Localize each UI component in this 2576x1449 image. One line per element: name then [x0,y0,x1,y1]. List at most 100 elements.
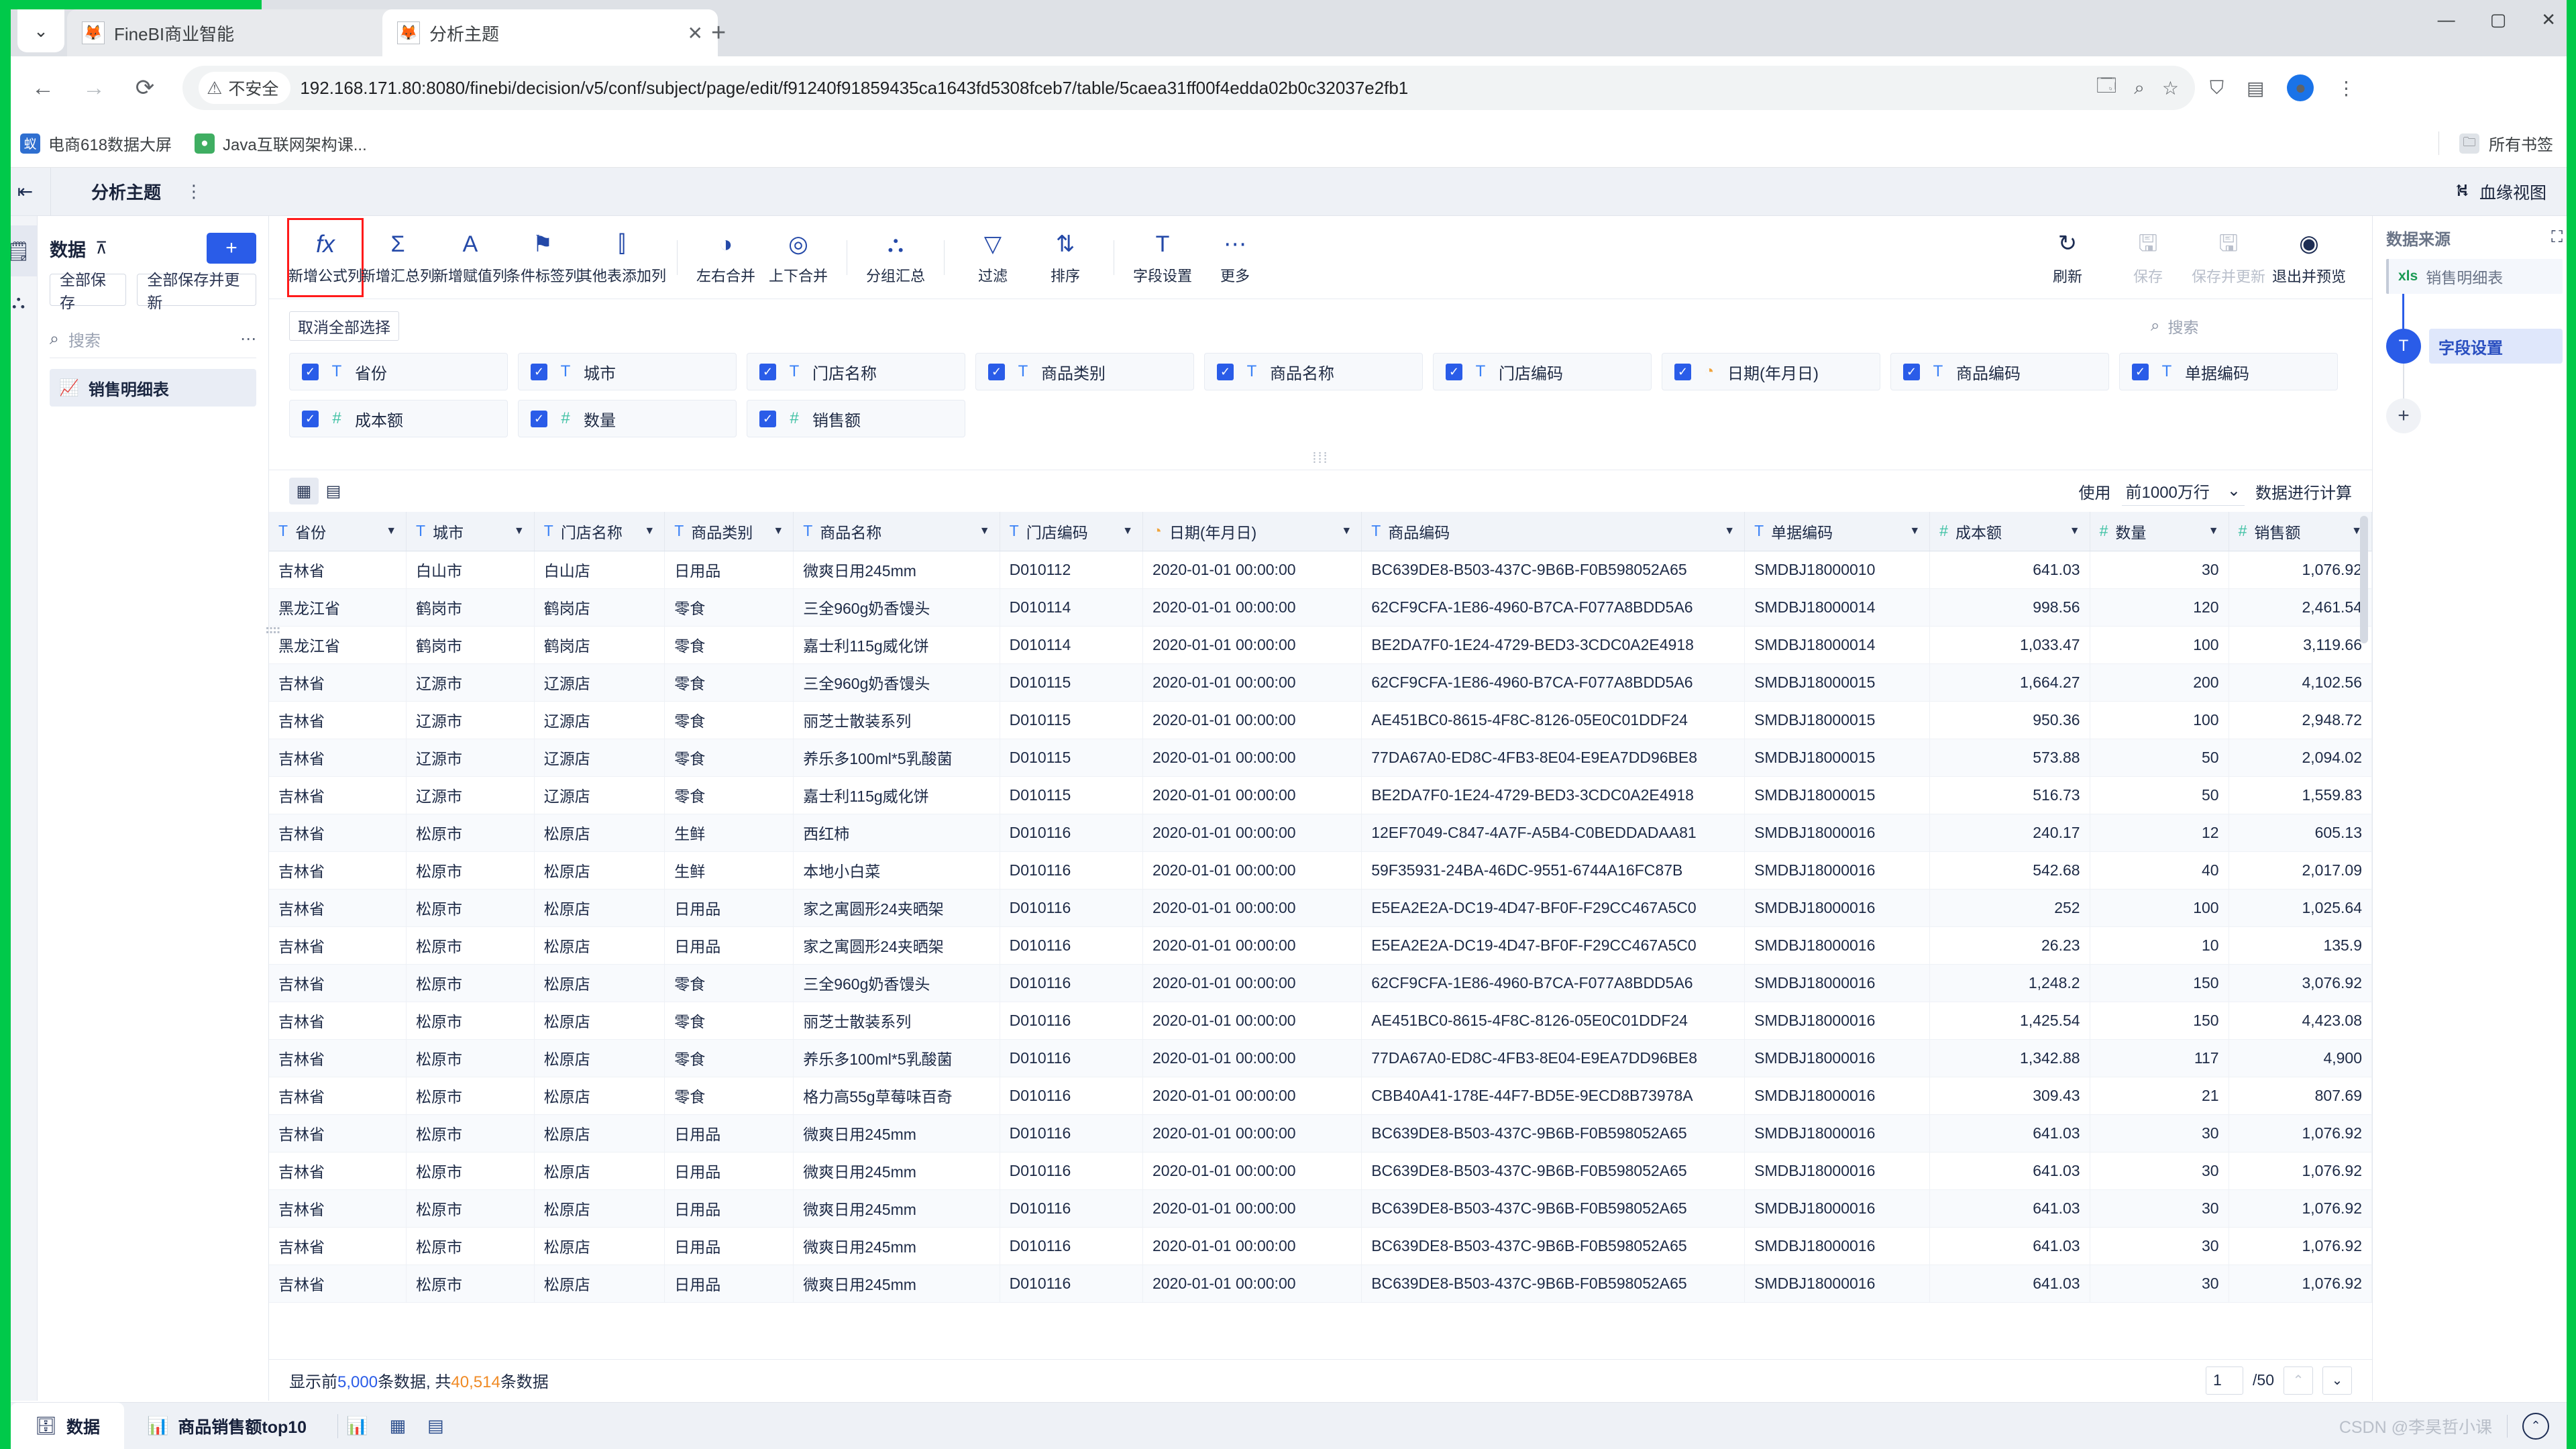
table-column-header[interactable]: T 商品编码 ▼ [1361,512,1746,551]
add-column-from-other-table-button[interactable]: ⫿ 其他表添加列 [578,220,666,295]
checkbox-icon[interactable]: ✓ [1446,363,1462,380]
row-limit-select[interactable]: 前1000万行 ⌄ [2121,476,2245,506]
collapse-up-icon[interactable]: ⌃ [2522,1412,2549,1440]
table-row[interactable]: 吉林省 松原市 松原店 日用品 家之寓圆形24夹晒架 D010116 2020-01-01 … [269,926,2372,965]
bookmark-item-1[interactable]: ● Java互联网架构课... [195,131,367,155]
splitter-handle[interactable]: ⁞⁞⁞ [269,447,2372,470]
dataset-search[interactable]: ⌕ 搜索 ⋯ [50,321,256,358]
add-dataset-button[interactable]: + [207,233,256,264]
add-chart-icon[interactable]: 📊 [346,1415,368,1436]
prev-page-button[interactable]: ⌃ [2284,1366,2313,1395]
close-window-icon[interactable]: ✕ [2541,9,2556,30]
table-row[interactable]: 吉林省 松原市 松原店 日用品 微爽日用245mm D010116 2020-01-01 0… [269,1114,2372,1152]
zoom-icon[interactable]: ⌕ [2134,77,2145,99]
field-chip[interactable]: ✓ T 门店名称 [747,353,965,390]
table-row[interactable]: 吉林省 松原市 松原店 生鲜 西红柿 D010116 2020-01-01 00:00:00… [269,814,2372,852]
browser-tab-2[interactable]: 🦊 分析主题 ✕ [382,9,718,56]
checkbox-icon[interactable]: ✓ [531,410,547,427]
next-page-button[interactable]: ⌄ [2322,1366,2352,1395]
table-row[interactable]: 吉林省 松原市 松原店 日用品 微爽日用245mm D010116 2020-01-01 0… [269,1265,2372,1303]
field-chip[interactable]: ✓ ◔ 日期(年月日) [1662,353,1880,390]
bookmark-item-0[interactable]: 蚁 电商618数据大屏 [20,131,172,155]
bookmark-star-icon[interactable]: ☆ [2162,77,2179,99]
checkbox-icon[interactable]: ✓ [302,363,319,380]
chevron-down-icon[interactable]: ▼ [1909,525,1920,537]
add-dashboard-icon[interactable]: ▦ [389,1415,406,1436]
new-tab-button[interactable]: + [711,19,726,48]
sort-button[interactable]: ⇅ 排序 [1029,220,1102,295]
table-column-header[interactable]: T 单据编码 ▼ [1744,512,1931,551]
chevron-down-icon[interactable]: ▼ [773,525,784,537]
field-search[interactable]: ⌕ 搜索 [2151,311,2352,341]
back-button[interactable]: ← [17,62,68,113]
exit-and-preview-button[interactable]: ◉ 退出并预览 [2269,220,2349,295]
field-chip[interactable]: ✓ T 商品名称 [1204,353,1423,390]
checkbox-icon[interactable]: ✓ [759,410,776,427]
deselect-all-button[interactable]: 取消全部选择 [289,311,399,341]
save-button[interactable]: 🖫 保存 [2108,220,2188,295]
header-more-icon[interactable]: ⋮ [185,181,203,202]
chevron-down-icon[interactable]: ▼ [1341,525,1352,537]
save-and-update-button[interactable]: 🖫 保存并更新 [2188,220,2269,295]
card-view-button[interactable]: ▤ [319,478,348,504]
field-chip[interactable]: ✓ # 成本额 [289,400,508,437]
filter-button[interactable]: ▽ 过滤 [957,220,1029,295]
table-column-header[interactable]: ◔ 日期(年月日) ▼ [1142,512,1362,551]
table-row[interactable]: 吉林省 松原市 松原店 日用品 微爽日用245mm D010116 2020-01-01 0… [269,1189,2372,1228]
side-panel-icon[interactable]: ▤ [2247,77,2264,99]
field-chip[interactable]: ✓ T 城市 [518,353,737,390]
maximize-icon[interactable]: ▢ [2490,9,2507,30]
checkbox-icon[interactable]: ✓ [531,363,547,380]
vertical-merge-button[interactable]: ◎ 上下合并 [762,220,835,295]
table-row[interactable]: 吉林省 松原市 松原店 生鲜 本地小白菜 D010116 2020-01-01 00:00:… [269,851,2372,890]
field-chip[interactable]: ✓ T 省份 [289,353,508,390]
chevron-down-icon[interactable]: ▼ [2070,525,2080,537]
table-row[interactable]: 吉林省 辽源市 辽源店 零食 养乐多100ml*5乳酸菌 D010115 2020-01-0… [269,739,2372,777]
table-column-header[interactable]: # 销售额 ▼ [2229,512,2372,551]
page-number-input[interactable]: 1 [2206,1366,2244,1395]
table-column-header[interactable]: # 成本额 ▼ [1929,512,2090,551]
checkbox-icon[interactable]: ✓ [302,410,319,427]
dataset-item-sales-detail[interactable]: 📈 销售明细表 [50,369,256,407]
chevron-down-icon[interactable]: ▼ [979,525,990,537]
checkbox-icon[interactable]: ✓ [1674,363,1691,380]
chevron-down-icon[interactable]: ▼ [514,525,525,537]
site-security-badge[interactable]: ⚠ 不安全 [199,72,291,104]
preview-grid[interactable]: T 省份 ▼ T 城市 ▼ T 门店名称 ▼ T 商品类别 ▼ T 商品名称 ▼ T 门店编码 ▼ ◔ 日期(年月日)… [269,512,2372,1359]
add-formula-column-button[interactable]: fx 新增公式列 [287,217,364,297]
lineage-view-button[interactable]: ⛕ 血缘视图 [2456,180,2546,204]
checkbox-icon[interactable]: ✓ [759,363,776,380]
table-row[interactable]: 吉林省 辽源市 辽源店 零食 丽芝士散装系列 D010115 2020-01-01 00:0… [269,701,2372,739]
profile-avatar[interactable]: ● [2287,74,2314,101]
checkbox-icon[interactable]: ✓ [2132,363,2149,380]
add-summary-column-button[interactable]: Σ 新增汇总列 [361,220,435,295]
field-chip[interactable]: ✓ T 商品类别 [975,353,1194,390]
field-settings-button[interactable]: T 字段设置 [1126,220,1199,295]
table-row[interactable]: 吉林省 松原市 松原店 日用品 微爽日用245mm D010116 2020-01-01 0… [269,1152,2372,1190]
table-row[interactable]: 吉林省 松原市 松原店 零食 三全960g奶香馒头 D010116 2020-01-01 0… [269,964,2372,1002]
data-source-node[interactable]: xls 销售明细表 [2386,259,2563,294]
collapse-up-icon[interactable]: ⊼ [95,238,107,258]
field-chip[interactable]: ✓ # 数量 [518,400,737,437]
reload-button[interactable]: ⟳ [119,62,170,113]
table-row[interactable]: 吉林省 松原市 松原店 零食 养乐多100ml*5乳酸菌 D010116 2020-01-0… [269,1039,2372,1077]
refresh-button[interactable]: ↻ 刷新 [2027,220,2108,295]
chevron-down-icon[interactable]: ▼ [1122,525,1133,537]
tab-search-button[interactable]: ⌄ [17,9,64,52]
table-column-header[interactable]: T 城市 ▼ [406,512,535,551]
table-row[interactable]: 黑龙江省 鹤岗市 鹤岗店 零食 嘉士利115g威化饼 D010114 2020-01-01 … [269,626,2372,664]
field-chip[interactable]: ✓ T 商品编码 [1890,353,2109,390]
chevron-down-icon[interactable]: ▼ [2208,525,2219,537]
forward-button[interactable]: → [68,62,119,113]
add-report-icon[interactable]: ▤ [427,1415,444,1436]
table-column-header[interactable]: T 商品类别 ▼ [664,512,794,551]
grid-view-button[interactable]: ▦ [289,478,319,504]
checkbox-icon[interactable]: ✓ [1903,363,1920,380]
field-chip[interactable]: ✓ T 门店编码 [1433,353,1652,390]
table-row[interactable]: 吉林省 松原市 松原店 日用品 家之寓圆形24夹晒架 D010116 2020-01-01 … [269,889,2372,927]
table-row[interactable]: 吉林省 辽源市 辽源店 零食 嘉士利115g威化饼 D010115 2020-01-01 0… [269,776,2372,814]
bottom-tab-chart[interactable]: 📊 商品销售额top10 [124,1403,329,1449]
minimize-icon[interactable]: — [2438,9,2455,30]
more-button[interactable]: ⋯ 更多 [1199,220,1271,295]
browser-menu-icon[interactable]: ⋮ [2337,77,2355,99]
